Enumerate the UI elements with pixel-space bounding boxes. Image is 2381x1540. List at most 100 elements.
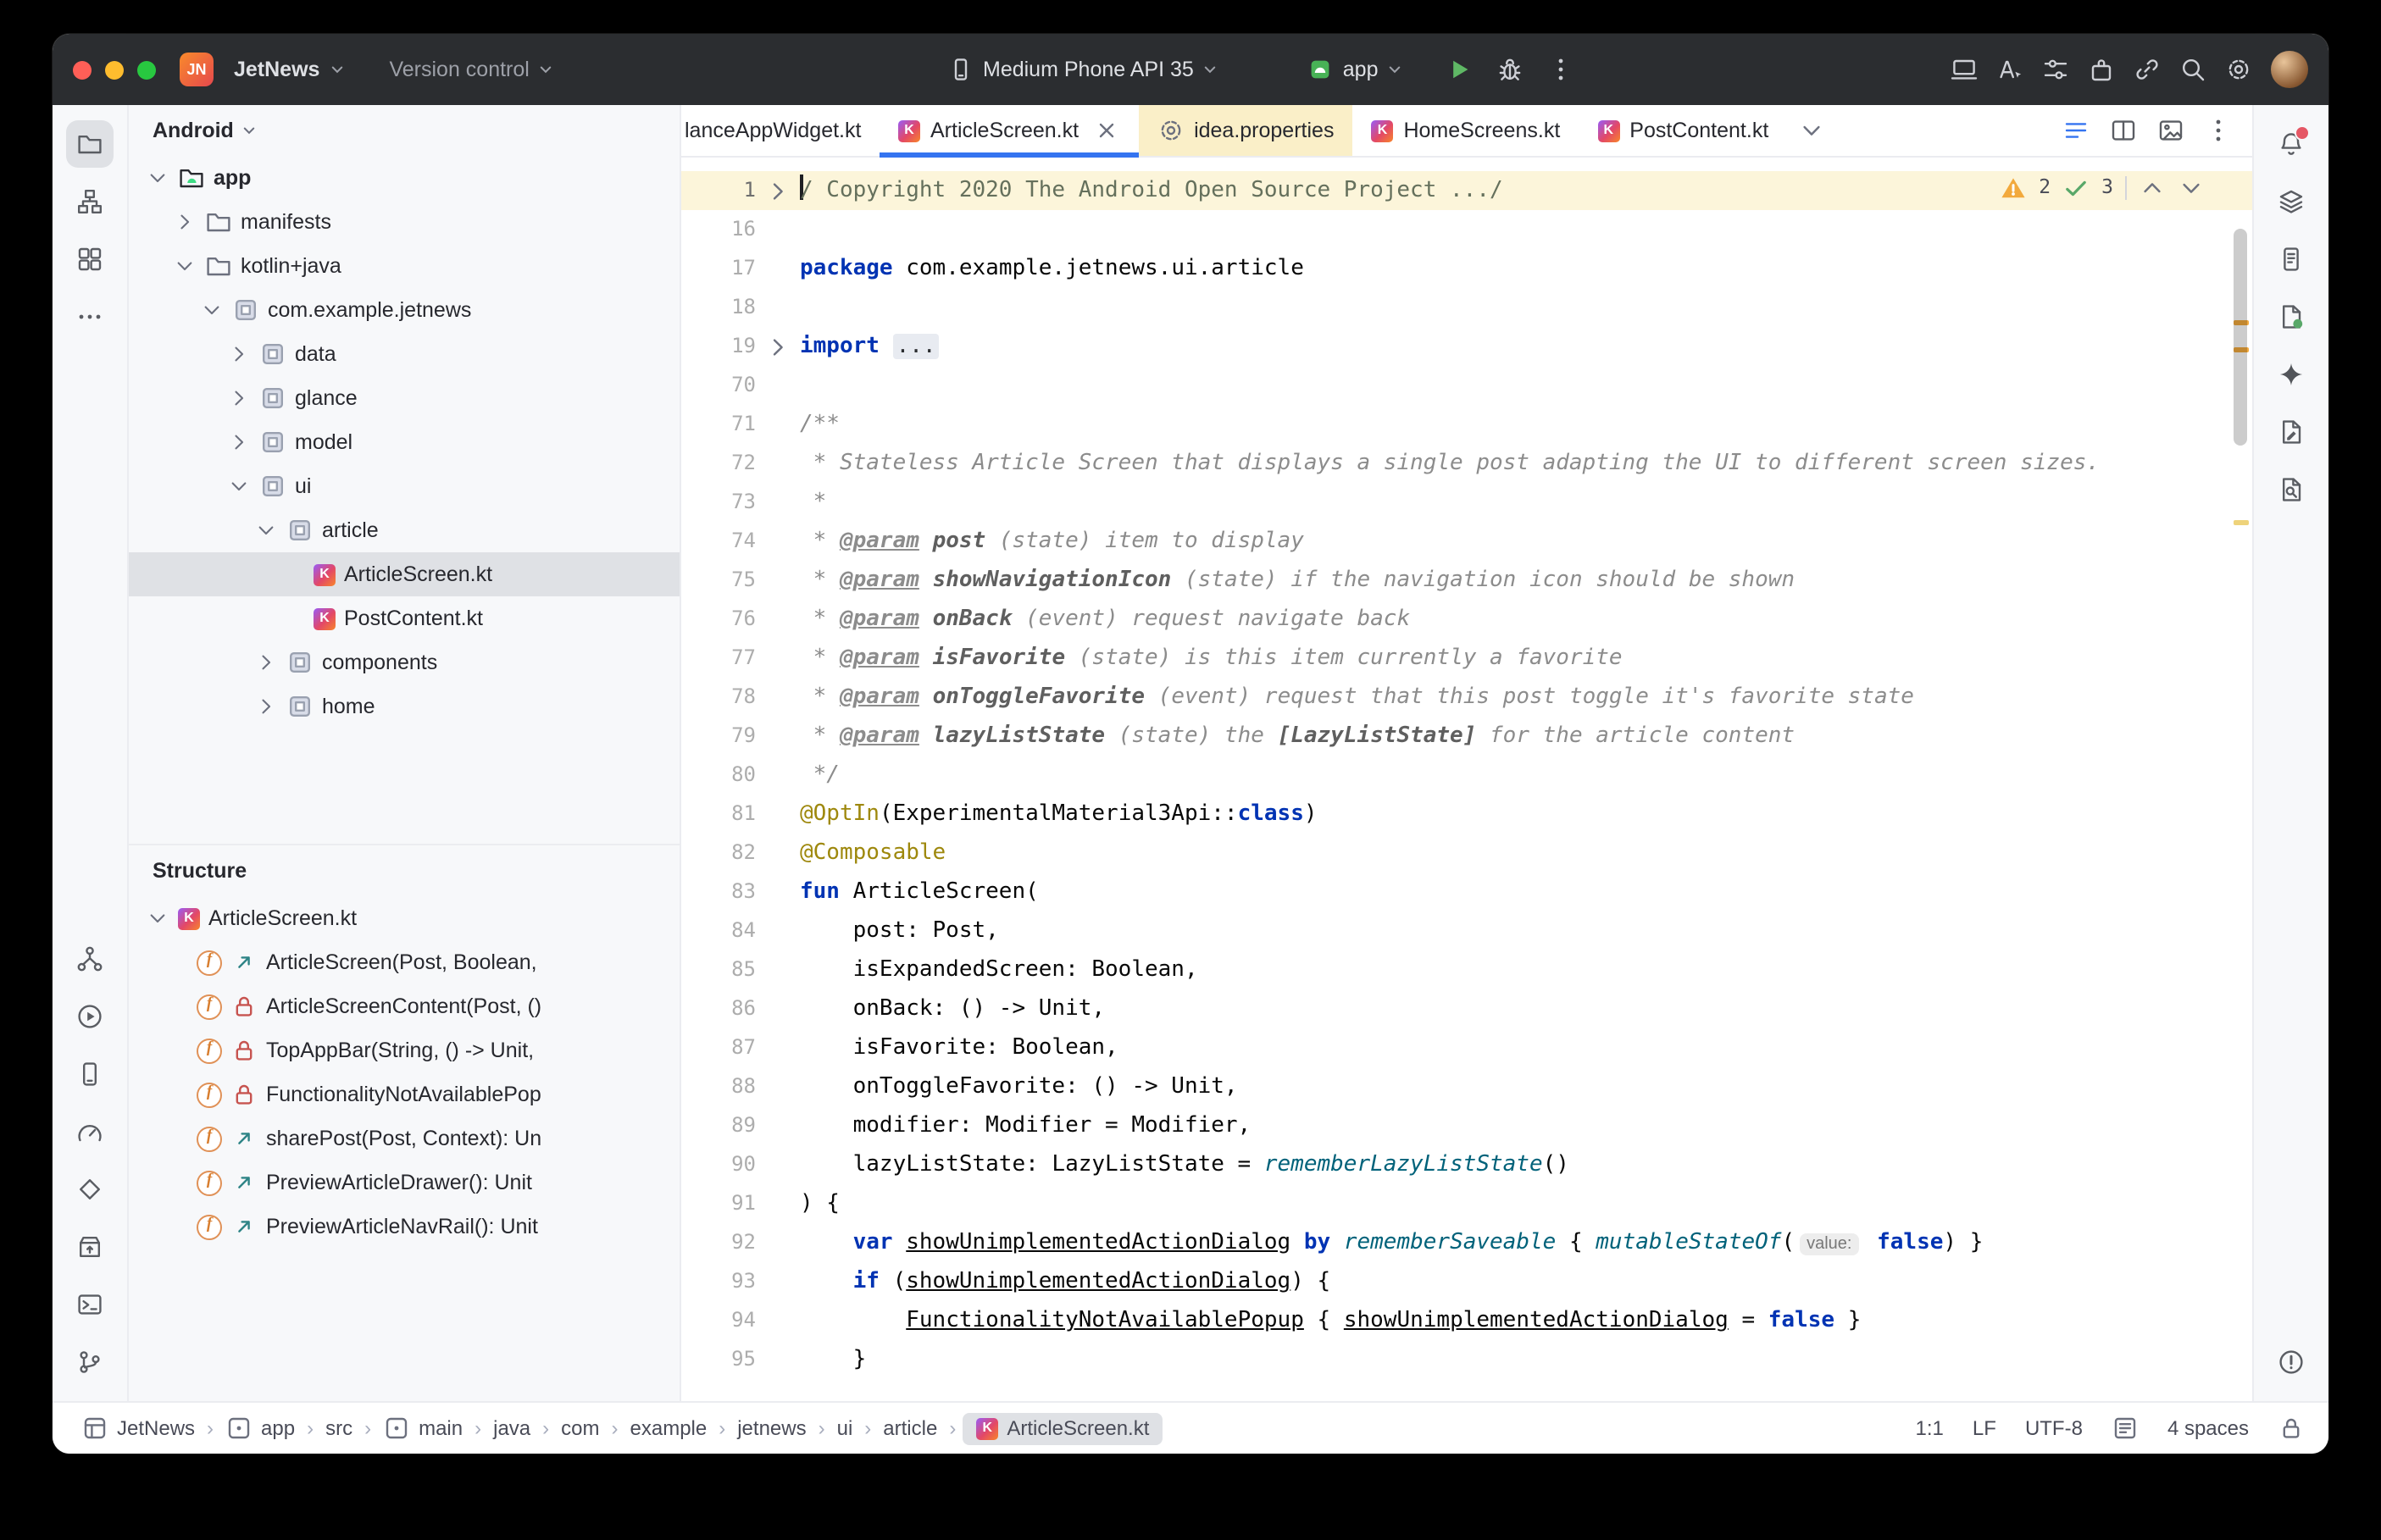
tree-item-com-example-jetnews[interactable]: com.example.jetnews <box>129 288 680 332</box>
code-line-79[interactable]: 79 * @param lazyListState (state) the [L… <box>681 717 2252 756</box>
fold-marker-icon[interactable] <box>756 177 800 204</box>
structure-item-functionalitynotavailablepop[interactable]: f FunctionalityNotAvailablePop <box>129 1072 680 1116</box>
code-line-80[interactable]: 80 */ <box>681 756 2252 795</box>
line-number[interactable]: 83 <box>681 872 756 911</box>
line-number[interactable]: 76 <box>681 600 756 639</box>
chevron-down-icon[interactable] <box>254 517 278 544</box>
editor[interactable]: 1 / Copyright 2020 The Android Open Sourc… <box>681 158 2252 1401</box>
tab-idea-properties[interactable]: idea.properties <box>1138 105 1353 156</box>
line-number[interactable]: 75 <box>681 561 756 600</box>
deploy-button[interactable] <box>66 1223 114 1271</box>
device-file-explorer-button[interactable] <box>2267 235 2315 283</box>
inspection-widget[interactable]: 2 3 <box>2000 168 2205 207</box>
version-control-button[interactable] <box>66 1338 114 1386</box>
code-line-84[interactable]: 84 post: Post, <box>681 911 2252 950</box>
code-line-85[interactable]: 85 isExpandedScreen: Boolean, <box>681 950 2252 989</box>
preview-layout-button[interactable] <box>2157 117 2184 144</box>
workflow-button[interactable] <box>66 935 114 983</box>
plugins-button[interactable] <box>2088 56 2115 83</box>
chevron-up-icon[interactable] <box>2139 174 2166 201</box>
code-line-92[interactable]: 92 var showUnimplementedActionDialog by … <box>681 1223 2252 1262</box>
line-number[interactable]: 77 <box>681 639 756 678</box>
line-number[interactable]: 1 <box>681 171 756 210</box>
tab-articlescreen-kt[interactable]: K ArticleScreen.kt <box>880 105 1138 158</box>
code-line-75[interactable]: 75 * @param showNavigationIcon (state) i… <box>681 561 2252 600</box>
structure-item-previewarticlenavrail-unit[interactable]: f PreviewArticleNavRail(): Unit <box>129 1205 680 1249</box>
status-1-1[interactable]: 1:1 <box>1916 1416 1944 1440</box>
breadcrumb-example[interactable]: example <box>625 1415 713 1442</box>
resources-button[interactable] <box>66 235 114 283</box>
project-view-selector[interactable]: Android <box>129 105 680 156</box>
line-number[interactable]: 79 <box>681 717 756 756</box>
structure-root-articlescreen-kt[interactable]: K ArticleScreen.kt <box>129 896 680 940</box>
status-indent[interactable] <box>2112 1415 2139 1442</box>
tree-item-components[interactable]: components <box>129 640 680 684</box>
line-number[interactable]: 72 <box>681 444 756 483</box>
chevron-right-icon[interactable] <box>254 649 278 676</box>
profiler-button[interactable] <box>66 1108 114 1155</box>
structure-item-previewarticledrawer-unit[interactable]: f PreviewArticleDrawer(): Unit <box>129 1161 680 1205</box>
code-line-94[interactable]: 94 FunctionalityNotAvailablePopup { show… <box>681 1301 2252 1340</box>
line-number[interactable]: 86 <box>681 989 756 1028</box>
code-line-90[interactable]: 90 lazyListState: LazyListState = rememb… <box>681 1145 2252 1184</box>
breadcrumb-articlescreen-kt[interactable]: K ArticleScreen.kt <box>963 1412 1163 1444</box>
code-line-95[interactable]: 95 } <box>681 1340 2252 1379</box>
line-number[interactable]: 92 <box>681 1223 756 1262</box>
notifications-button[interactable] <box>2267 120 2315 168</box>
status-utf-8[interactable]: UTF-8 <box>2025 1416 2083 1440</box>
line-number[interactable]: 78 <box>681 678 756 717</box>
run-configuration-selector[interactable]: app <box>1307 56 1404 83</box>
app-inspection-button[interactable] <box>66 1166 114 1213</box>
code-line-76[interactable]: 76 * @param onBack (event) request navig… <box>681 600 2252 639</box>
breadcrumb-jetnews[interactable]: JetNews <box>76 1413 200 1443</box>
device-selector[interactable]: Medium Phone API 35 <box>947 56 1219 83</box>
tree-item-articlescreen-kt[interactable]: K ArticleScreen.kt <box>129 552 680 596</box>
code-line-18[interactable]: 18 <box>681 288 2252 327</box>
link-button[interactable] <box>2134 56 2161 83</box>
scrollbar-thumb[interactable] <box>2234 229 2247 446</box>
code-line-16[interactable]: 16 <box>681 210 2252 249</box>
more-vertical-button[interactable] <box>2205 117 2232 144</box>
status-lock[interactable] <box>2278 1415 2305 1442</box>
tree-item-postcontent-kt[interactable]: K PostContent.kt <box>129 596 680 640</box>
chevron-right-icon[interactable] <box>227 385 251 412</box>
search-button[interactable] <box>2179 56 2206 83</box>
chevron-down-icon[interactable] <box>2178 174 2205 201</box>
edit-doc-button[interactable] <box>2267 408 2315 456</box>
breadcrumb-jetnews[interactable]: jetnews <box>732 1415 811 1442</box>
debug-button[interactable] <box>1497 56 1524 83</box>
chevron-down-icon[interactable] <box>146 164 169 191</box>
line-number[interactable]: 80 <box>681 756 756 795</box>
line-number[interactable]: 18 <box>681 288 756 327</box>
tab-homescreens-kt[interactable]: K HomeScreens.kt <box>1352 105 1579 156</box>
logcat-button[interactable] <box>2267 293 2315 341</box>
tab-postcontent-kt[interactable]: K PostContent.kt <box>1579 105 1787 156</box>
close-window-button[interactable] <box>73 60 92 79</box>
problems-button[interactable] <box>2267 1338 2315 1386</box>
breadcrumb-java[interactable]: java <box>488 1415 536 1442</box>
tree-item-article[interactable]: article <box>129 508 680 552</box>
line-number[interactable]: 93 <box>681 1262 756 1301</box>
breadcrumb-article[interactable]: article <box>878 1415 942 1442</box>
editor-scrollbar[interactable] <box>2228 158 2252 1401</box>
layers-button[interactable] <box>2267 178 2315 225</box>
code-line-77[interactable]: 77 * @param isFavorite (state) is this i… <box>681 639 2252 678</box>
run-button[interactable] <box>1446 56 1474 83</box>
line-number[interactable]: 71 <box>681 405 756 444</box>
breadcrumb-app[interactable]: app <box>220 1413 300 1443</box>
breadcrumb-com[interactable]: com <box>556 1415 604 1442</box>
line-number[interactable]: 94 <box>681 1301 756 1340</box>
line-number[interactable]: 82 <box>681 834 756 872</box>
code-line-19[interactable]: 19 import ... <box>681 327 2252 366</box>
tree-item-home[interactable]: home <box>129 684 680 728</box>
chevron-down-icon[interactable] <box>200 296 224 324</box>
project-widget[interactable]: JN JetNews <box>180 53 345 86</box>
line-number[interactable]: 16 <box>681 210 756 249</box>
structure-item-articlescreen-post-boolean[interactable]: f ArticleScreen(Post, Boolean, <box>129 940 680 984</box>
line-number[interactable]: 95 <box>681 1340 756 1379</box>
tree-item-manifests[interactable]: manifests <box>129 200 680 244</box>
chevron-right-icon[interactable] <box>227 341 251 368</box>
code-line-91[interactable]: 91) { <box>681 1184 2252 1223</box>
code-line-72[interactable]: 72 * Stateless Article Screen that displ… <box>681 444 2252 483</box>
code-line-81[interactable]: 81 @OptIn(ExperimentalMaterial3Api::class… <box>681 795 2252 834</box>
